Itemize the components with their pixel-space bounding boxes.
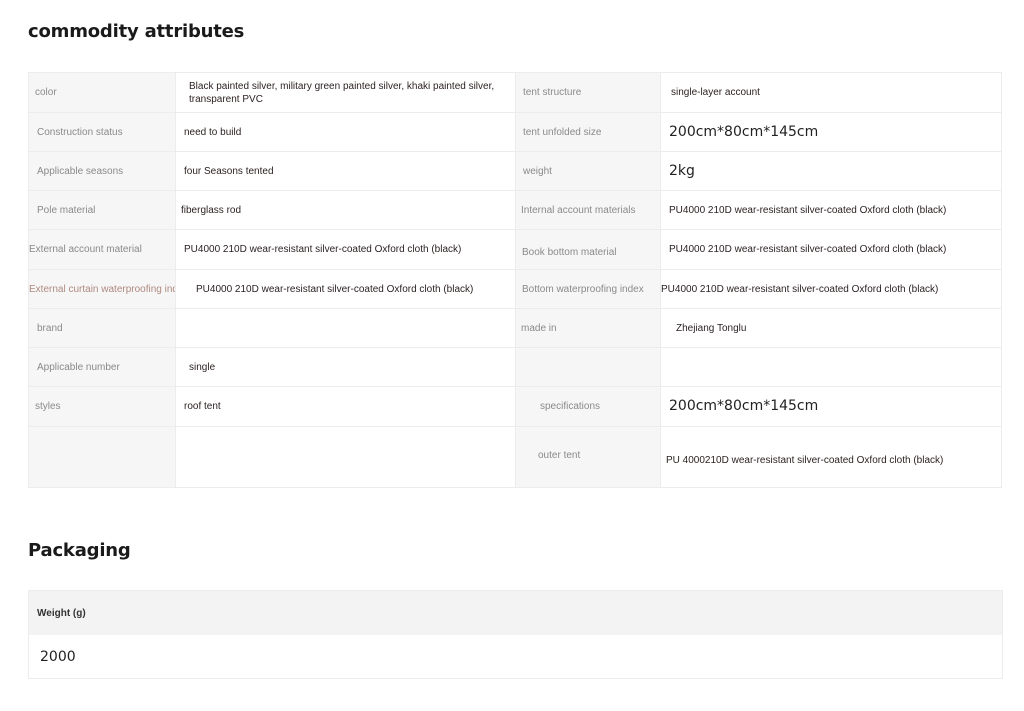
attr-label: outer tent xyxy=(515,426,661,488)
packaging-table: Weight (g) 2000 xyxy=(28,590,1003,679)
attr-label: brand xyxy=(28,308,176,348)
attr-value: PU4000 210D wear-resistant silver-coated… xyxy=(660,190,1002,230)
attr-value: four Seasons tented xyxy=(175,151,516,191)
attr-label: Construction status xyxy=(28,112,176,152)
attr-value: PU4000 210D wear-resistant silver-coated… xyxy=(175,269,516,309)
attr-label: styles xyxy=(28,386,176,427)
attr-value: fiberglass rod xyxy=(175,190,516,230)
attributes-section-title: commodity attributes xyxy=(28,21,245,42)
attr-label: weight xyxy=(515,151,661,191)
table-row: Applicable seasons four Seasons tented w… xyxy=(28,151,1002,191)
attr-label: Book bottom material xyxy=(515,229,661,270)
attr-value: single-layer account xyxy=(660,72,1002,113)
attr-label: Internal account materials xyxy=(515,190,661,230)
attr-label: Bottom waterproofing index xyxy=(515,269,661,309)
attr-value xyxy=(175,426,516,488)
attr-label: External account material xyxy=(28,229,176,270)
table-row: styles roof tent specifications 200cm*80… xyxy=(28,386,1002,427)
table-row: brand made in Zhejiang Tonglu xyxy=(28,308,1002,348)
attributes-table: color Black painted silver, military gre… xyxy=(28,72,1002,488)
attr-label: External curtain waterproofing index xyxy=(28,269,176,309)
attr-value: PU4000 210D wear-resistant silver-coated… xyxy=(660,269,1002,309)
attr-value xyxy=(660,347,1002,387)
attr-label: tent structure xyxy=(515,72,661,113)
attr-label xyxy=(515,347,661,387)
table-row: External account material PU4000 210D we… xyxy=(28,229,1002,270)
attr-value: PU 4000210D wear-resistant silver-coated… xyxy=(660,426,1002,488)
table-row: color Black painted silver, military gre… xyxy=(28,72,1002,113)
attr-label: tent unfolded size xyxy=(515,112,661,152)
attr-value: 2kg xyxy=(660,151,1002,191)
attr-value: PU4000 210D wear-resistant silver-coated… xyxy=(660,229,1002,270)
attr-value: 200cm*80cm*145cm xyxy=(660,112,1002,152)
table-row: Applicable number single xyxy=(28,347,1002,387)
attr-value xyxy=(175,308,516,348)
attr-label: Pole material xyxy=(28,190,176,230)
attr-label: Applicable seasons xyxy=(28,151,176,191)
attr-value: need to build xyxy=(175,112,516,152)
table-row: External curtain waterproofing index PU4… xyxy=(28,269,1002,309)
attr-value: PU4000 210D wear-resistant silver-coated… xyxy=(175,229,516,270)
attr-label: color xyxy=(28,72,176,113)
attr-value: 200cm*80cm*145cm xyxy=(660,386,1002,427)
attr-label: specifications xyxy=(515,386,661,427)
attr-value: single xyxy=(175,347,516,387)
attr-label: made in xyxy=(515,308,661,348)
packaging-weight-header: Weight (g) xyxy=(29,591,1002,635)
attr-label xyxy=(28,426,176,488)
attr-value: roof tent xyxy=(175,386,516,427)
packaging-weight-value: 2000 xyxy=(40,648,76,665)
table-row: Pole material fiberglass rod Internal ac… xyxy=(28,190,1002,230)
packaging-section-title: Packaging xyxy=(28,540,131,561)
table-row: Construction status need to build tent u… xyxy=(28,112,1002,152)
attr-value: Black painted silver, military green pai… xyxy=(175,72,516,113)
attr-value: Zhejiang Tonglu xyxy=(660,308,1002,348)
attr-label: Applicable number xyxy=(28,347,176,387)
table-row: outer tent PU 4000210D wear-resistant si… xyxy=(28,426,1002,488)
